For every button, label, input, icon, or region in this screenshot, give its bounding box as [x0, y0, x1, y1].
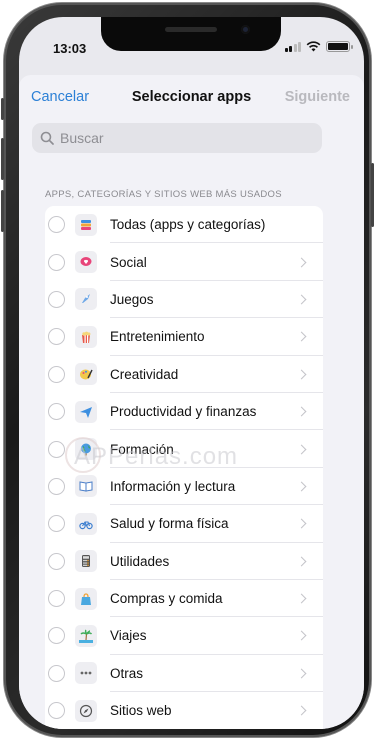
category-label: Viajes — [110, 628, 147, 644]
category-label: Productividad y finanzas — [110, 404, 257, 420]
globe-icon — [75, 438, 97, 461]
chevron-right-icon[interactable] — [296, 668, 307, 679]
battery-icon — [326, 41, 353, 52]
speaker-grille — [165, 27, 217, 32]
category-label: Todas (apps y categorías) — [110, 217, 266, 233]
mute-switch — [1, 98, 4, 120]
chat-heart-icon — [75, 251, 97, 274]
category-row[interactable]: Sitios web — [45, 692, 323, 729]
selection-radio[interactable] — [48, 328, 65, 346]
selection-radio[interactable] — [48, 590, 65, 608]
phone-frame: 13:03 Seleccionar apps Cancelar Siguient… — [1, 3, 374, 737]
chevron-right-icon[interactable] — [296, 631, 307, 641]
category-label: Utilidades — [110, 553, 170, 569]
selection-radio[interactable] — [48, 403, 65, 421]
category-label: Entretenimiento — [110, 329, 205, 345]
chevron-right-icon[interactable] — [296, 593, 307, 604]
category-row[interactable]: Formación — [45, 430, 323, 468]
selection-radio[interactable] — [48, 515, 65, 533]
selection-radio[interactable] — [48, 440, 65, 458]
selection-radio[interactable] — [48, 552, 65, 570]
cancel-button[interactable]: Cancelar — [31, 89, 89, 105]
category-row[interactable]: Juegos — [45, 281, 323, 319]
category-label: Social — [110, 254, 147, 270]
search-input[interactable]: Buscar — [32, 123, 322, 153]
category-label: Formación — [110, 441, 174, 457]
status-time: 13:03 — [53, 41, 87, 56]
popcorn-icon — [75, 325, 97, 348]
category-label: Otras — [110, 665, 144, 681]
navigation-bar: Seleccionar apps Cancelar Siguiente — [19, 89, 364, 111]
next-button[interactable]: Siguiente — [285, 89, 350, 105]
chevron-right-icon[interactable] — [296, 331, 307, 342]
selection-radio[interactable] — [48, 216, 65, 234]
volume-up-button — [1, 138, 4, 180]
category-row[interactable]: Social — [45, 243, 323, 281]
notch — [101, 17, 281, 51]
category-label: Creatividad — [110, 366, 179, 382]
compass-icon — [75, 699, 97, 722]
chevron-right-icon[interactable] — [296, 556, 307, 567]
chevron-right-icon[interactable] — [296, 257, 307, 268]
paper-plane-icon — [75, 400, 97, 423]
rocket-icon — [75, 288, 97, 311]
search-placeholder: Buscar — [60, 130, 104, 146]
power-button — [371, 163, 374, 227]
category-row[interactable]: Información y lectura — [45, 468, 323, 506]
selection-radio[interactable] — [48, 477, 65, 495]
category-label: Información y lectura — [110, 478, 236, 494]
calculator-icon — [75, 550, 97, 573]
category-row[interactable]: Productividad y finanzas — [45, 393, 323, 431]
category-label: Juegos — [110, 291, 154, 307]
chevron-right-icon[interactable] — [296, 444, 307, 454]
selection-radio[interactable] — [48, 702, 65, 720]
wifi-icon — [306, 41, 321, 52]
chevron-right-icon[interactable] — [296, 518, 307, 529]
category-row[interactable]: Compras y comida — [45, 580, 323, 618]
category-list: Todas (apps y categorías) Social Juegos Ent… — [45, 206, 323, 729]
search-icon — [40, 131, 54, 145]
selection-radio[interactable] — [48, 664, 65, 682]
cellular-signal-icon — [284, 41, 301, 52]
category-row[interactable]: Salud y forma física — [45, 505, 323, 543]
chevron-right-icon[interactable] — [296, 369, 307, 380]
category-label: Salud y forma física — [110, 516, 229, 532]
category-row[interactable]: Todas (apps y categorías) — [45, 206, 323, 244]
front-camera — [241, 25, 250, 34]
ellipsis-icon — [75, 662, 97, 685]
chevron-right-icon[interactable] — [296, 294, 307, 305]
chevron-right-icon[interactable] — [296, 406, 307, 417]
category-label: Compras y comida — [110, 591, 223, 607]
section-header: APPS, CATEGORÍAS Y SITIOS WEB MÁS USADOS — [45, 189, 282, 200]
status-icons — [284, 41, 353, 52]
open-book-icon — [75, 475, 97, 498]
category-row[interactable]: Utilidades — [45, 543, 323, 580]
status-bar: 13:03 — [19, 17, 364, 63]
select-apps-sheet: Seleccionar apps Cancelar Siguiente Busc… — [19, 75, 364, 729]
category-row[interactable]: Viajes — [45, 617, 323, 655]
shopping-bag-icon — [75, 587, 97, 610]
bicycle-icon — [75, 512, 97, 535]
palette-icon — [75, 363, 97, 386]
stack-layers-icon — [75, 213, 97, 236]
palm-tree-icon — [75, 624, 97, 647]
selection-radio[interactable] — [48, 253, 65, 271]
category-row[interactable]: Otras — [45, 655, 323, 693]
category-label: Sitios web — [110, 703, 172, 719]
category-row[interactable]: Creatividad — [45, 356, 323, 393]
selection-radio[interactable] — [48, 627, 65, 645]
category-row[interactable]: Entretenimiento — [45, 318, 323, 356]
volume-down-button — [1, 190, 4, 232]
selection-radio[interactable] — [48, 365, 65, 383]
selection-radio[interactable] — [48, 290, 65, 308]
chevron-right-icon[interactable] — [296, 481, 307, 492]
screen: 13:03 Seleccionar apps Cancelar Siguient… — [19, 17, 364, 729]
chevron-right-icon[interactable] — [296, 705, 307, 716]
